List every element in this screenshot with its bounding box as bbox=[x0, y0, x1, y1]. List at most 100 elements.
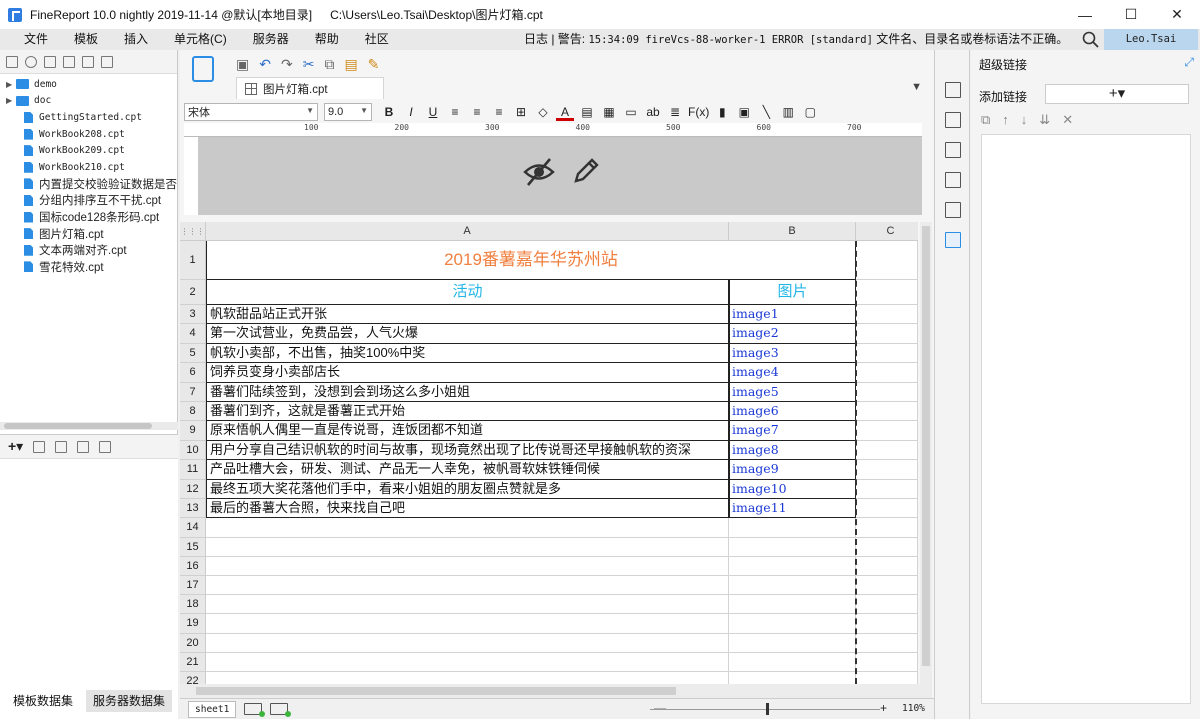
row-header[interactable]: 7 bbox=[180, 382, 206, 402]
empty-cell[interactable] bbox=[856, 537, 918, 557]
copy-icon[interactable]: ⧉ bbox=[324, 56, 334, 73]
menu-file[interactable]: 文件 bbox=[0, 29, 61, 50]
tab-template-dataset[interactable]: 模板数据集 bbox=[0, 690, 86, 712]
new-folder-icon[interactable] bbox=[6, 55, 18, 68]
tree-file[interactable]: WorkBook208.cpt bbox=[0, 126, 177, 143]
format-button-7[interactable]: ◇ bbox=[534, 103, 552, 121]
row-header[interactable]: 11 bbox=[180, 460, 206, 480]
cell-attribute-icon[interactable] bbox=[945, 112, 961, 128]
format-button-11[interactable]: ▭ bbox=[622, 103, 640, 121]
grid-corner[interactable]: ⋮⋮⋮ bbox=[180, 222, 206, 241]
delete-link-icon[interactable]: ✕ bbox=[1062, 112, 1073, 130]
maximize-button[interactable]: ☐ bbox=[1108, 0, 1154, 29]
empty-cell[interactable] bbox=[856, 402, 918, 422]
row-header[interactable]: 6 bbox=[180, 363, 206, 383]
empty-cell[interactable] bbox=[856, 576, 918, 596]
tab-server-dataset[interactable]: 服务器数据集 bbox=[86, 690, 172, 712]
empty-cell[interactable] bbox=[856, 421, 918, 441]
float-element-icon[interactable] bbox=[945, 142, 961, 158]
menu-help[interactable]: 帮助 bbox=[302, 29, 352, 50]
menu-server[interactable]: 服务器 bbox=[240, 29, 302, 50]
menu-insert[interactable]: 插入 bbox=[111, 29, 161, 50]
format-button-0[interactable]: B bbox=[380, 103, 398, 121]
image-link-cell[interactable]: image2 bbox=[729, 324, 856, 344]
image-link-cell[interactable]: image11 bbox=[729, 499, 856, 519]
tree-file[interactable]: 国标code128条形码.cpt bbox=[0, 209, 177, 226]
format-button-14[interactable]: F(x) bbox=[688, 103, 709, 121]
activity-cell[interactable]: 最终五项大奖花落他们手中，看来小姐姐的朋友圈点赞就是多 bbox=[206, 479, 729, 499]
row-header[interactable]: 12 bbox=[180, 479, 206, 499]
image-link-cell[interactable]: image7 bbox=[729, 421, 856, 441]
cut-icon[interactable]: ✂ bbox=[303, 56, 315, 73]
empty-cell[interactable] bbox=[856, 460, 918, 480]
format-button-18[interactable]: ▥ bbox=[779, 103, 797, 121]
edit-dataset-icon[interactable] bbox=[33, 440, 46, 453]
empty-cell[interactable] bbox=[856, 241, 918, 280]
tree-folder-demo[interactable]: ▶ demo bbox=[0, 76, 177, 93]
menu-template[interactable]: 模板 bbox=[61, 29, 111, 50]
undo-icon[interactable]: ↶ bbox=[259, 56, 271, 73]
rename-icon[interactable] bbox=[63, 55, 75, 68]
image-link-cell[interactable]: image4 bbox=[729, 363, 856, 383]
column-header-c[interactable]: C bbox=[856, 222, 918, 241]
add-poly-sheet-icon[interactable] bbox=[270, 703, 292, 717]
row-header[interactable]: 15 bbox=[180, 537, 206, 557]
image-link-cell[interactable]: image10 bbox=[729, 479, 856, 499]
empty-cell[interactable] bbox=[856, 672, 918, 684]
empty-cell[interactable] bbox=[729, 672, 856, 684]
empty-cell[interactable] bbox=[856, 324, 918, 344]
format-button-2[interactable]: U bbox=[424, 103, 442, 121]
format-button-12[interactable]: ab bbox=[644, 103, 662, 121]
empty-cell[interactable] bbox=[206, 576, 729, 596]
row-header[interactable]: 17 bbox=[180, 576, 206, 596]
add-dataset-button[interactable]: +▾ bbox=[8, 438, 23, 455]
image-link-cell[interactable]: image8 bbox=[729, 440, 856, 461]
format-button-15[interactable]: ▮ bbox=[713, 103, 731, 121]
row-header[interactable]: 9 bbox=[180, 421, 206, 441]
log-message[interactable]: 日志 | 警告: 15:34:09 fireVcs-88-worker-1 ER… bbox=[524, 29, 1068, 50]
zoom-slider-handle[interactable] bbox=[766, 703, 769, 715]
spreadsheet-grid[interactable]: ⋮⋮⋮ A B C 1 2019番薯嘉年华苏州站 2 活动 图片 3 帆软甜品站正式开张 im… bbox=[180, 222, 918, 684]
tree-file[interactable]: GettingStarted.cpt bbox=[0, 109, 177, 126]
empty-cell[interactable] bbox=[729, 652, 856, 672]
row-header[interactable]: 1 bbox=[180, 241, 206, 280]
activity-cell[interactable]: 番薯们到齐，这就是番薯正式开始 bbox=[206, 402, 729, 422]
empty-cell[interactable] bbox=[856, 479, 918, 499]
format-button-3[interactable]: ≡ bbox=[446, 103, 464, 121]
empty-cell[interactable] bbox=[206, 614, 729, 634]
activity-cell[interactable]: 产品吐槽大会，研发、测试、产品无一人幸免，被帆哥软妹铁锤伺候 bbox=[206, 460, 729, 480]
edit-parameter-icon[interactable] bbox=[570, 155, 600, 187]
user-badge[interactable]: Leo.Tsai bbox=[1104, 29, 1198, 50]
empty-cell[interactable] bbox=[856, 556, 918, 576]
image-link-cell[interactable]: image3 bbox=[729, 343, 856, 364]
format-button-19[interactable]: ▢ bbox=[801, 103, 819, 121]
tree-file[interactable]: 分组内排序互不干扰.cpt bbox=[0, 192, 177, 209]
row-header[interactable]: 22 bbox=[180, 672, 206, 684]
font-family-select[interactable]: 宋体 ▼ bbox=[184, 103, 318, 121]
minimize-button[interactable]: — bbox=[1062, 0, 1108, 29]
row-header[interactable]: 14 bbox=[180, 518, 206, 538]
preview-dataset-icon[interactable] bbox=[77, 440, 90, 453]
new-template-icon[interactable] bbox=[192, 56, 214, 82]
column-header-a[interactable]: A bbox=[206, 222, 729, 241]
empty-cell[interactable] bbox=[856, 499, 918, 519]
vertical-scrollbar[interactable] bbox=[920, 222, 932, 684]
copy-dataset-icon[interactable] bbox=[55, 440, 68, 453]
empty-cell[interactable] bbox=[856, 633, 918, 653]
empty-cell[interactable] bbox=[856, 652, 918, 672]
row-header[interactable]: 4 bbox=[180, 324, 206, 344]
move-up-icon[interactable]: ↑ bbox=[1002, 112, 1009, 130]
format-button-1[interactable]: I bbox=[402, 103, 420, 121]
row-header[interactable]: 8 bbox=[180, 402, 206, 422]
header-image-cell[interactable]: 图片 bbox=[729, 280, 856, 305]
horizontal-scrollbar[interactable] bbox=[180, 684, 932, 698]
refresh-icon[interactable] bbox=[25, 55, 37, 68]
empty-cell[interactable] bbox=[206, 633, 729, 653]
empty-cell[interactable] bbox=[206, 518, 729, 538]
row-header[interactable]: 16 bbox=[180, 556, 206, 576]
paste-icon[interactable]: ▤ bbox=[344, 56, 357, 73]
row-header[interactable]: 5 bbox=[180, 343, 206, 364]
empty-cell[interactable] bbox=[856, 280, 918, 305]
image-link-cell[interactable]: image1 bbox=[729, 305, 856, 325]
tree-folder-doc[interactable]: ▶ doc bbox=[0, 93, 177, 110]
